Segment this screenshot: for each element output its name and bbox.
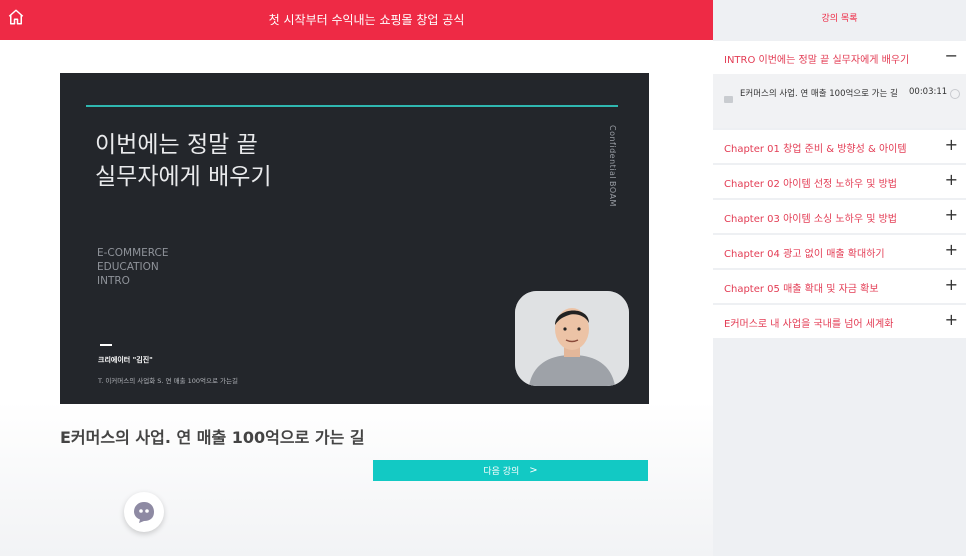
slide-dash (100, 344, 112, 346)
section-intro[interactable]: INTRO 이번에는 정말 끝 실무자에게 배우기 − (713, 41, 966, 74)
slide-subtitle: T. 이커머스의 사업화 S. 연 매출 100억으로 가는길 (98, 377, 238, 385)
slide-side-label: Confidential (608, 125, 617, 180)
chat-bot-icon (134, 502, 154, 523)
section-label: Chapter 05 매출 확대 및 자금 확보 (724, 284, 879, 295)
video-icon (724, 96, 733, 103)
expand-icon[interactable]: + (945, 205, 958, 225)
course-title: 첫 시작부터 수익내는 쇼핑몰 창업 공식 (268, 13, 465, 27)
instructor-figure (515, 291, 629, 386)
next-lecture-label: 다음 강의 (483, 467, 520, 477)
slide-accent-line (86, 105, 618, 107)
section-label: Chapter 03 아이템 소싱 노하우 및 방법 (724, 214, 897, 225)
instructor-webcam (515, 291, 629, 386)
section-chapter-03[interactable]: Chapter 03 아이템 소싱 노하우 및 방법 + (713, 200, 966, 233)
section-chapter-01[interactable]: Chapter 01 창업 준비 & 방향성 & 아이템 + (713, 130, 966, 163)
next-lecture-button[interactable]: 다음 강의 > (373, 460, 648, 481)
incomplete-circle-icon (950, 89, 960, 99)
video-player[interactable]: 이번에는 정말 끝 실무자에게 배우기 Confidential BOAM E-… (60, 73, 649, 404)
lecture-list-heading: 강의 목록 (713, 0, 966, 40)
lecture-title: E커머스의 사업. 연 매출 100억으로 가는 길 (60, 428, 365, 447)
section-label: INTRO 이번에는 정말 끝 실무자에게 배우기 (724, 55, 910, 66)
expand-icon[interactable]: + (945, 240, 958, 260)
slide-ec-text: E-COMMERCE EDUCATION INTRO (97, 247, 169, 287)
section-chapter-05[interactable]: Chapter 05 매출 확대 및 자금 확보 + (713, 270, 966, 303)
section-chapter-04[interactable]: Chapter 04 광고 없이 매출 확대하기 + (713, 235, 966, 268)
lesson-item[interactable]: E커머스의 사업. 연 매출 100억으로 가는 길 00:03:11 (713, 74, 966, 128)
expand-icon[interactable]: + (945, 135, 958, 155)
section-label: Chapter 04 광고 없이 매출 확대하기 (724, 249, 885, 260)
section-label: Chapter 02 아이템 선정 노하우 및 방법 (724, 179, 897, 190)
slide-title: 이번에는 정말 끝 실무자에게 배우기 (95, 132, 272, 190)
chevron-right-icon: > (529, 465, 538, 476)
section-label: Chapter 01 창업 준비 & 방향성 & 아이템 (724, 144, 907, 155)
lesson-duration: 00:03:11 (909, 87, 948, 97)
expand-icon[interactable]: + (945, 275, 958, 295)
slide-side-label-2: BOAM (608, 181, 617, 207)
section-label: E커머스로 내 사업을 국내를 넘어 세계화 (724, 319, 894, 330)
chat-bot-button[interactable] (124, 492, 164, 532)
section-global[interactable]: E커머스로 내 사업을 국내를 넘어 세계화 + (713, 305, 966, 338)
lesson-name: E커머스의 사업. 연 매출 100억으로 가는 길 (740, 89, 898, 99)
lecture-list-sidebar: 강의 목록 INTRO 이번에는 정말 끝 실무자에게 배우기 − E커머스의 … (713, 0, 966, 556)
top-header: 첫 시작부터 수익내는 쇼핑몰 창업 공식 (0, 0, 713, 40)
slide-creator: 크리에이터 "김진" (98, 356, 153, 364)
expand-icon[interactable]: + (945, 310, 958, 330)
section-chapter-02[interactable]: Chapter 02 아이템 선정 노하우 및 방법 + (713, 165, 966, 198)
expand-icon[interactable]: + (945, 170, 958, 190)
collapse-icon[interactable]: − (945, 46, 958, 66)
